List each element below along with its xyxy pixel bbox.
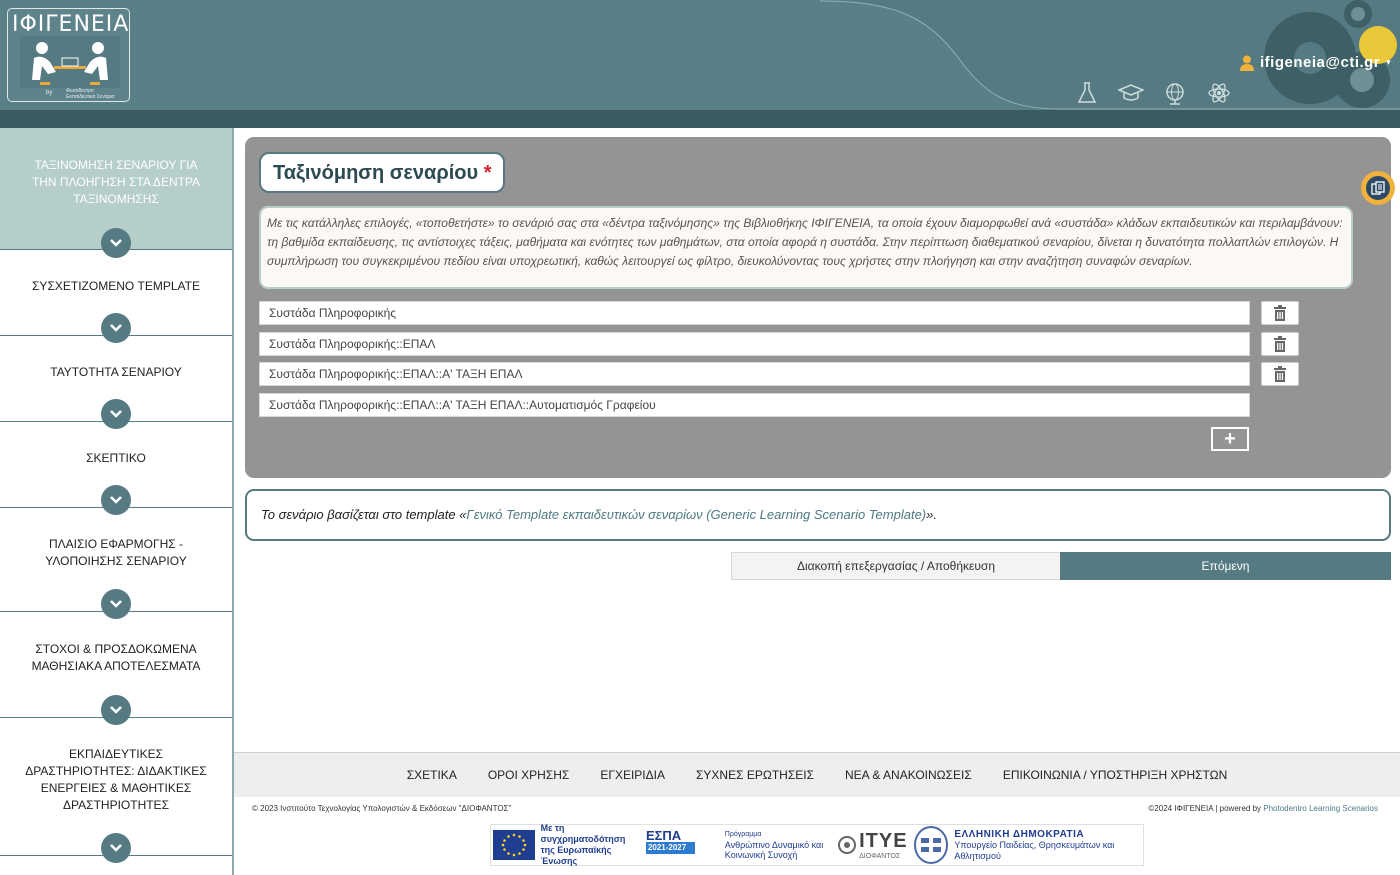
add-classification-button[interactable]: + <box>1211 427 1249 451</box>
footer-link-faq[interactable]: ΣΥΧΝΕΣ ΕΡΩΤΗΣΕΙΣ <box>696 768 814 782</box>
funding-banner: Με τη συγχρηματοδότηση της Ευρωπαϊκής Έν… <box>490 823 1144 866</box>
footer-link-terms[interactable]: ΟΡΟΙ ΧΡΗΣΗΣ <box>488 768 570 782</box>
classification-field[interactable]: Συστάδα Πληροφορικής::ΕΠΑΛ <box>259 332 1250 356</box>
sidebar-item-context[interactable]: ΠΛΑΙΣΙΟ ΕΦΑΡΜΟΓΗΣ - ΥΛΟΠΟΙΗΣΗΣ ΣΕΝΑΡΙΟΥ <box>0 508 232 619</box>
sidebar-item-goals[interactable]: ΣΤΟΧΟΙ & ΠΡΟΣΔΟΚΩΜΕΝΑ ΜΑΘΗΣΙΑΚΑ ΑΠΟΤΕΛΕΣ… <box>0 612 232 725</box>
logo-figures-icon <box>20 36 120 88</box>
footer-link-manuals[interactable]: ΕΓΧΕΙΡΙΔΙΑ <box>600 768 665 782</box>
chevron-down-icon[interactable] <box>101 833 131 863</box>
logo-subtitle: Φωτόδεντρο Εκπαιδευτικά Σενάρια <box>66 88 115 100</box>
graduation-cap-icon[interactable] <box>1117 80 1145 106</box>
itye-logo: ΙΤΥΕ ΔΙΟΦΑΝΤΟΣ <box>838 830 907 860</box>
program-text: Πρόγραμμα Ανθρώπινο Δυναμικό και Κοινωνι… <box>724 831 824 860</box>
globe-icon[interactable] <box>1162 80 1188 106</box>
footer-link-news[interactable]: ΝΕΑ & ΑΝΑΚΟΙΝΩΣΕΙΣ <box>845 768 972 782</box>
header-subbar <box>0 110 1400 128</box>
user-email: ifigeneia@cti.gr <box>1260 54 1381 71</box>
description-textarea[interactable]: Με τις κατάλληλες επιλογές, «τοποθετήστε… <box>259 206 1353 289</box>
template-info: Το σενάριο βασίζεται στο template «Γενικ… <box>245 489 1391 541</box>
logo-title: ΙΦΙΓΕΝΕΙΑ <box>12 12 130 37</box>
site-header: ΙΦΙΓΕΝΕΙΑ by Φωτόδεντρο Εκπαιδευτικά Σεν… <box>0 0 1400 110</box>
copyright-right: ©2024 ΙΦΙΓΕΝΕΙΑ | powered by Photodentro… <box>1148 804 1378 813</box>
site-footer: ΣΧΕΤΙΚΑ ΟΡΟΙ ΧΡΗΣΗΣ ΕΓΧΕΙΡΙΔΙΑ ΣΥΧΝΕΣ ΕΡ… <box>234 752 1400 875</box>
panel-title: Ταξινόμηση σεναρίου * <box>259 152 506 193</box>
sidebar-item-classification[interactable]: ΤΑΞΙΝΟΜΗΣΗ ΣΕΝΑΡΙΟΥ ΓΙΑ ΤΗΝ ΠΛΟΗΓΗΣΗ ΣΤΑ… <box>0 128 232 258</box>
site-logo[interactable]: ΙΦΙΓΕΝΕΙΑ by Φωτόδεντρο Εκπαιδευτικά Σεν… <box>7 8 130 102</box>
clipboard-badge[interactable] <box>1361 171 1395 205</box>
template-link[interactable]: Γενικό Template εκπαιδευτικών σεναρίων (… <box>466 507 926 522</box>
sidebar-item-template[interactable]: ΣΥΣΧΕΤΙΖΟΜΕΝΟ TEMPLATE <box>0 250 232 343</box>
next-button[interactable]: Επόμενη <box>1060 552 1391 580</box>
sidebar-item-activities[interactable]: ΕΚΠΑΙΔΕΥΤΙΚΕΣ ΔΡΑΣΤΗΡΙΟΤΗΤΕΣ: ΔΙΔΑΚΤΙΚΕΣ… <box>0 718 232 863</box>
trash-icon <box>1274 336 1286 352</box>
footer-link-support[interactable]: ΕΠΙΚΟΙΝΩΝΙΑ / ΥΠΟΣΤΗΡΙΞΗ ΧΡΗΣΤΩΝ <box>1003 768 1227 782</box>
powered-by-link[interactable]: Photodentro Learning Scenarios <box>1263 804 1378 813</box>
sidebar-item-identity[interactable]: ΤΑΥΤΟΤΗΤΑ ΣΕΝΑΡΙΟΥ <box>0 336 232 429</box>
footer-nav: ΣΧΕΤΙΚΑ ΟΡΟΙ ΧΡΗΣΗΣ ΕΓΧΕΙΡΙΔΙΑ ΣΥΧΝΕΣ ΕΡ… <box>234 753 1400 797</box>
eu-flag-icon <box>493 830 535 860</box>
gov-text: ΕΛΛΗΝΙΚΗ ΔΗΜΟΚΡΑΤΙΑ Υπουργείο Παιδείας, … <box>954 828 1115 861</box>
chevron-down-icon: ▾ <box>1386 57 1392 67</box>
subject-icons <box>1074 80 1232 106</box>
espa-logo: ΕΣΠΑ 2021-2027 <box>645 829 695 860</box>
footer-link-about[interactable]: ΣΧΕΤΙΚΑ <box>407 768 457 782</box>
trash-icon <box>1274 366 1286 382</box>
espa-text: Με τη συγχρηματοδότηση της Ευρωπαϊκής Έν… <box>540 823 626 866</box>
stop-save-button[interactable]: Διακοπή επεξεργασίας / Αποθήκευση <box>731 552 1061 580</box>
user-menu[interactable]: ifigeneia@cti.gr ▾ <box>1240 54 1391 71</box>
sidebar: ΤΑΞΙΝΟΜΗΣΗ ΣΕΝΑΡΙΟΥ ΓΙΑ ΤΗΝ ΠΛΟΗΓΗΣΗ ΣΤΑ… <box>0 128 234 875</box>
sidebar-item-rationale[interactable]: ΣΚΕΠΤΙΚΟ <box>0 422 232 515</box>
logo-by: by <box>46 90 53 96</box>
classification-field[interactable]: Συστάδα Πληροφορικής <box>259 301 1250 325</box>
greek-seal-icon <box>913 826 949 864</box>
delete-button[interactable] <box>1261 362 1299 386</box>
flask-icon[interactable] <box>1074 80 1100 106</box>
required-mark: * <box>483 162 492 184</box>
trash-icon <box>1274 305 1286 321</box>
classification-panel: Ταξινόμηση σεναρίου * Με τις κατάλληλες … <box>245 137 1391 478</box>
itye-mark-icon <box>838 836 857 854</box>
delete-button[interactable] <box>1261 301 1299 325</box>
delete-button[interactable] <box>1261 332 1299 356</box>
atom-icon[interactable] <box>1206 80 1232 106</box>
classification-field[interactable]: Συστάδα Πληροφορικής::ΕΠΑΛ::Α' ΤΑΞΗ ΕΠΑΛ… <box>259 393 1250 417</box>
user-icon <box>1240 55 1254 71</box>
clipboard-icon <box>1371 181 1385 195</box>
copyright-left: © 2023 Ινστιτούτο Τεχνολογίας Υπολογιστώ… <box>252 804 512 813</box>
classification-field[interactable]: Συστάδα Πληροφορικής::ΕΠΑΛ::Α' ΤΑΞΗ ΕΠΑΛ <box>259 362 1250 386</box>
